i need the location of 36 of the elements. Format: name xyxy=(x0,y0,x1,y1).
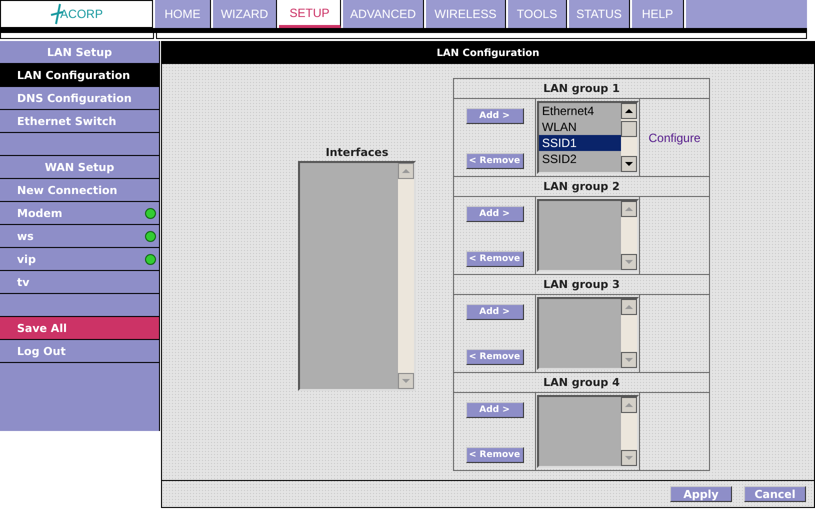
nav-tab[interactable]: WIRELESS xyxy=(426,0,506,28)
panel-title: LAN Configuration xyxy=(162,42,814,64)
scroll-thumb[interactable] xyxy=(621,120,637,136)
list-option[interactable]: WLAN xyxy=(539,119,621,135)
group-list[interactable]: Ethernet4 WLAN SSID1 SSID2 xyxy=(537,101,639,174)
list-option[interactable]: SSID1 xyxy=(539,135,621,151)
logo-text: ACORP xyxy=(60,7,103,21)
remove-button[interactable]: < Remove xyxy=(466,251,524,267)
nav-tab[interactable]: HELP xyxy=(632,0,684,28)
nav-tab[interactable]: WIZARD xyxy=(213,0,277,28)
add-button[interactable]: Add > xyxy=(466,206,524,222)
scroll-down-icon[interactable] xyxy=(621,156,637,172)
add-button[interactable]: Add > xyxy=(466,108,524,124)
group-title: LAN group 1 xyxy=(454,79,709,99)
configure-link[interactable]: Configure xyxy=(648,130,701,144)
interfaces-label: Interfaces xyxy=(326,146,388,159)
remove-button[interactable]: < Remove xyxy=(466,349,524,365)
remove-button[interactable]: < Remove xyxy=(466,447,524,463)
group-title: LAN group 2 xyxy=(454,177,709,197)
nav-tab[interactable]: HOME xyxy=(155,0,211,28)
nav-tab[interactable]: TOOLS xyxy=(508,0,567,28)
group-title: LAN group 4 xyxy=(454,373,709,393)
nav-tab[interactable]: SETUP xyxy=(279,0,341,28)
save-all-button[interactable]: Save All xyxy=(0,317,159,340)
nav-tab[interactable]: STATUS xyxy=(569,0,630,28)
sidebar-item[interactable]: LAN Configuration xyxy=(0,64,159,87)
add-button[interactable]: Add > xyxy=(466,304,524,320)
group-title: LAN group 3 xyxy=(454,275,709,295)
scroll-up-icon[interactable] xyxy=(621,103,637,119)
cancel-button[interactable]: Cancel xyxy=(744,486,806,502)
list-option[interactable]: SSID2 xyxy=(539,151,621,167)
list-option[interactable]: Ethernet4 xyxy=(539,103,621,119)
add-button[interactable]: Add > xyxy=(466,402,524,418)
apply-button[interactable]: Apply xyxy=(670,486,732,502)
remove-button[interactable]: < Remove xyxy=(466,153,524,169)
nav-tab[interactable]: ADVANCED xyxy=(343,0,424,28)
